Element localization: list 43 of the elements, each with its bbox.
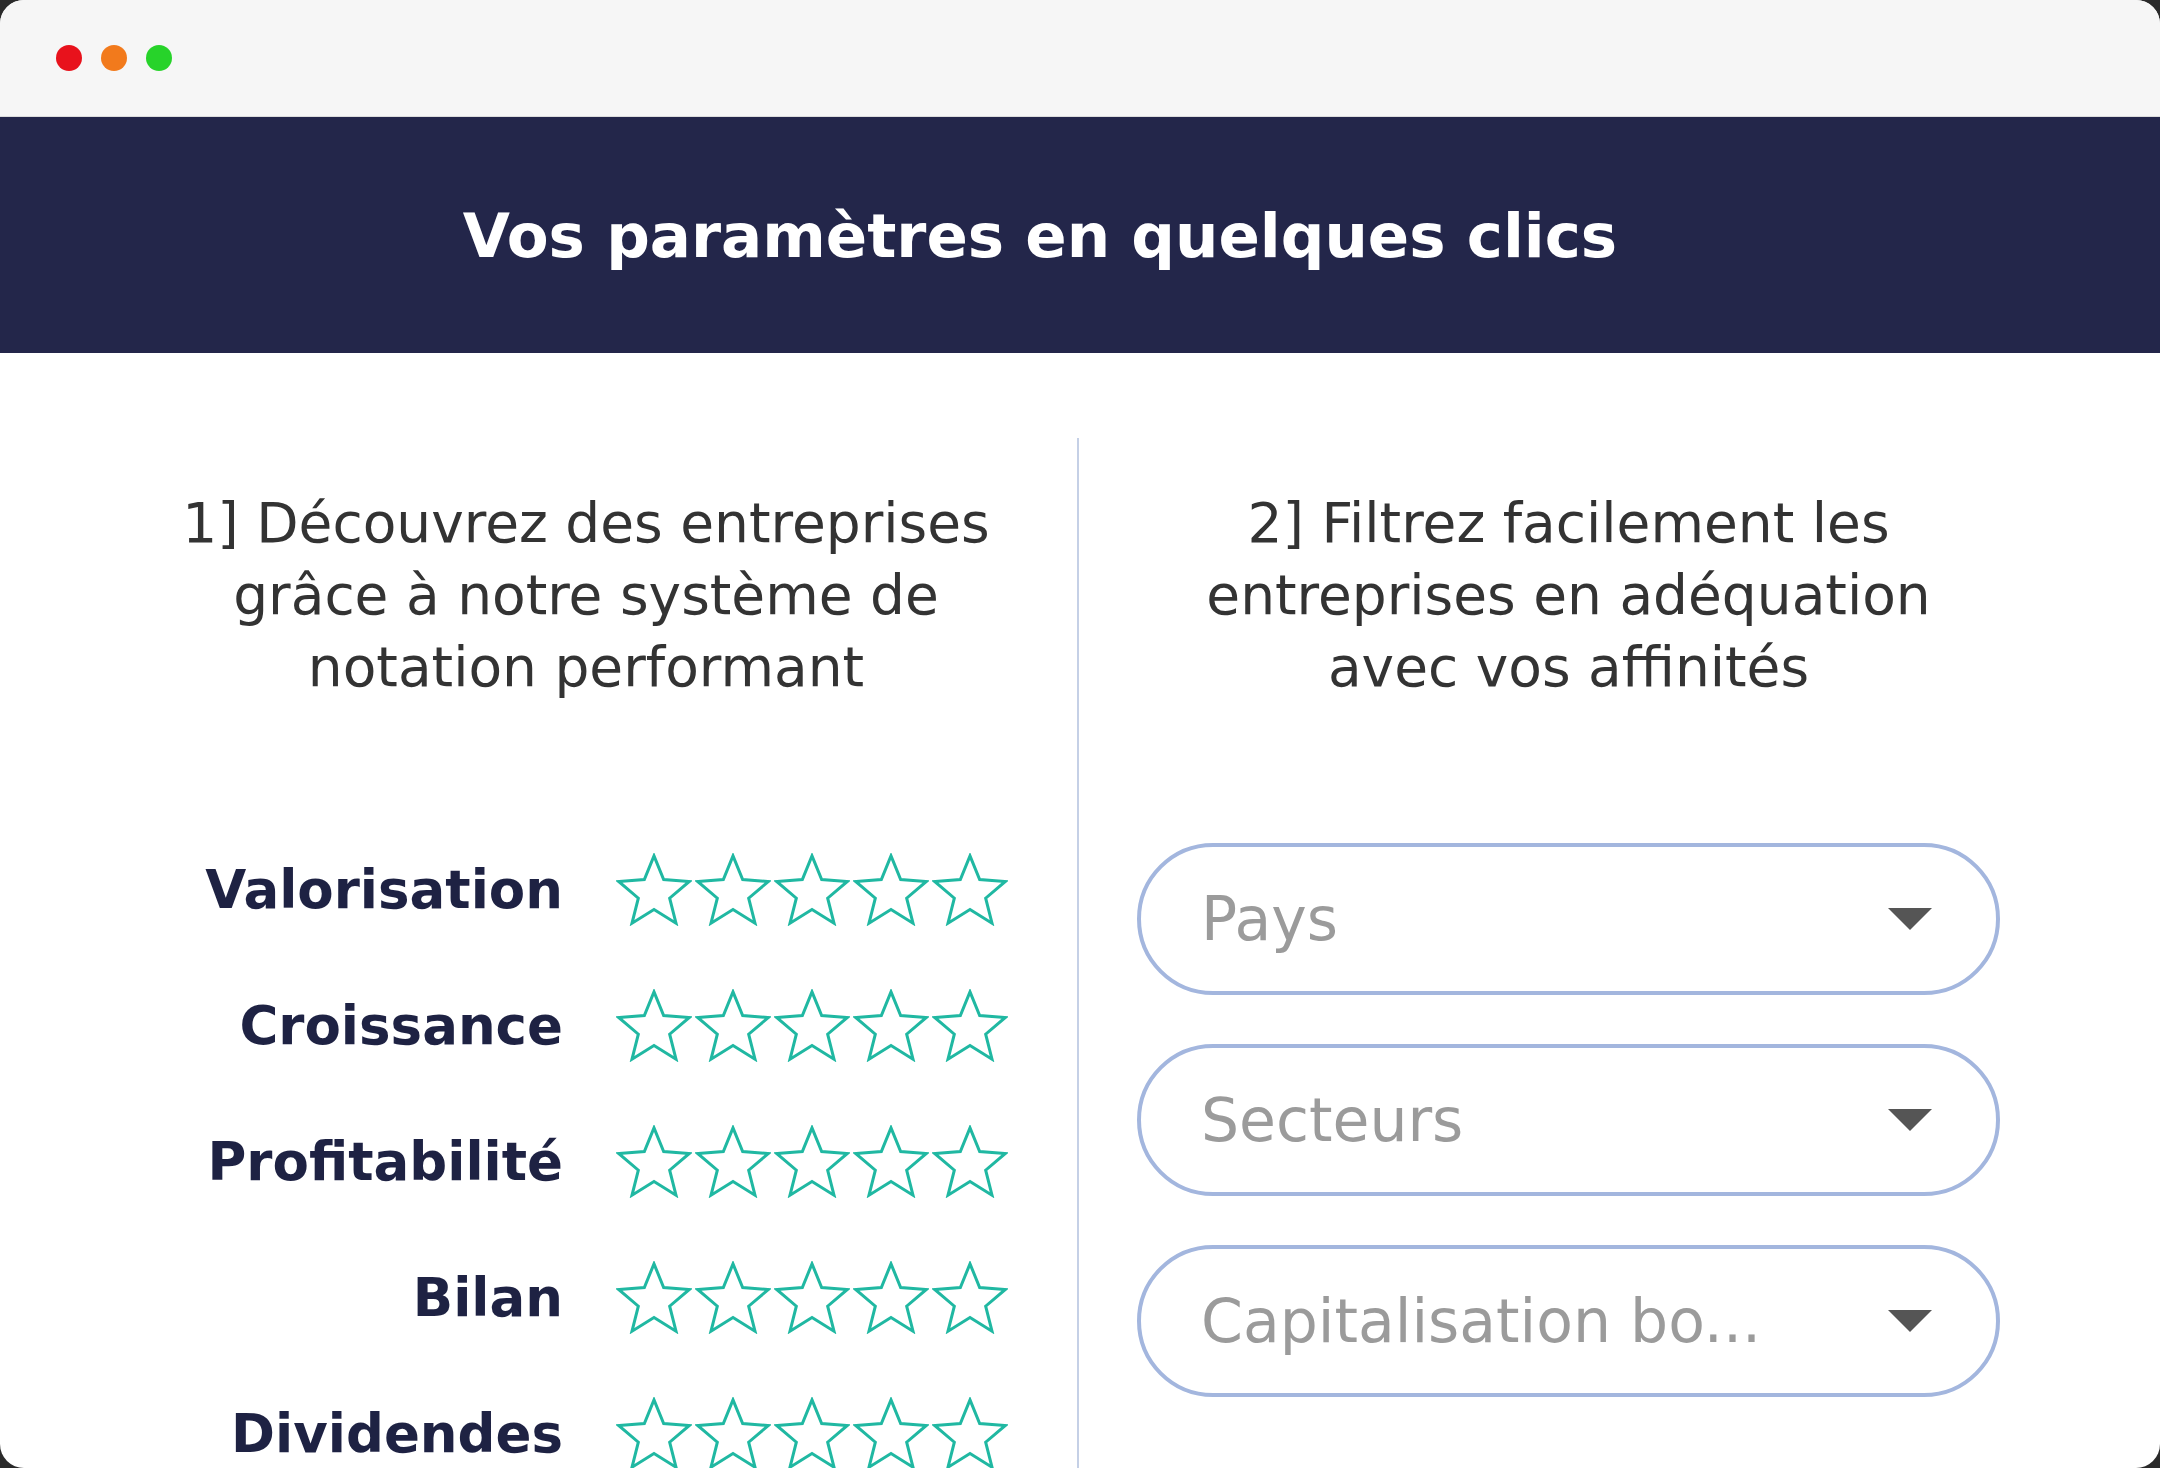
star-icon[interactable] xyxy=(853,1260,929,1334)
star-icon[interactable] xyxy=(853,852,929,926)
star-icon[interactable] xyxy=(616,852,692,926)
caret-icon xyxy=(1888,1310,1932,1332)
section-heading: 1] Découvrez des entreprises grâce à notre système de notation performant xyxy=(181,490,991,701)
star-icon[interactable] xyxy=(695,1124,771,1198)
caret-icon xyxy=(1888,1109,1932,1131)
star-icon[interactable] xyxy=(695,852,771,926)
caret-icon xyxy=(1888,908,1932,930)
star-icon[interactable] xyxy=(695,1260,771,1334)
star-icon[interactable] xyxy=(932,988,1008,1062)
star-icon[interactable] xyxy=(853,1124,929,1198)
criterion-label: Profitabilité xyxy=(206,1134,563,1188)
star-icon[interactable] xyxy=(774,1396,850,1468)
star-icon[interactable] xyxy=(616,1260,692,1334)
star-icon[interactable] xyxy=(932,1260,1008,1334)
criterion-label: Croissance xyxy=(238,998,563,1052)
star-icon[interactable] xyxy=(932,852,1008,926)
star-icon[interactable] xyxy=(774,988,850,1062)
star-icon[interactable] xyxy=(774,1260,850,1334)
star-rating[interactable] xyxy=(616,852,1008,926)
criterion-label: Dividendes xyxy=(230,1406,563,1460)
star-icon[interactable] xyxy=(616,988,692,1062)
dropdown[interactable]: Secteurs xyxy=(1137,1044,2000,1196)
criterion-label: Valorisation xyxy=(204,862,563,916)
star-rating[interactable] xyxy=(616,1124,1008,1198)
dropdown[interactable]: Pays xyxy=(1137,843,2000,995)
star-icon[interactable] xyxy=(695,1396,771,1468)
dropdown[interactable]: Capitalisation bo... xyxy=(1137,1245,2000,1397)
star-rating[interactable] xyxy=(616,1396,1008,1468)
section-heading: 2] Filtrez facilement les entreprises en adéquation avec vos affinités xyxy=(1205,490,1932,701)
star-icon[interactable] xyxy=(695,988,771,1062)
star-icon[interactable] xyxy=(932,1124,1008,1198)
star-icon[interactable] xyxy=(774,852,850,926)
criterion-label: Bilan xyxy=(411,1270,563,1324)
star-icon[interactable] xyxy=(853,988,929,1062)
star-icon[interactable] xyxy=(853,1396,929,1468)
star-icon[interactable] xyxy=(616,1396,692,1468)
star-rating[interactable] xyxy=(616,1260,1008,1334)
star-icon[interactable] xyxy=(932,1396,1008,1468)
star-icon[interactable] xyxy=(616,1124,692,1198)
star-icon[interactable] xyxy=(774,1124,850,1198)
star-rating[interactable] xyxy=(616,988,1008,1062)
